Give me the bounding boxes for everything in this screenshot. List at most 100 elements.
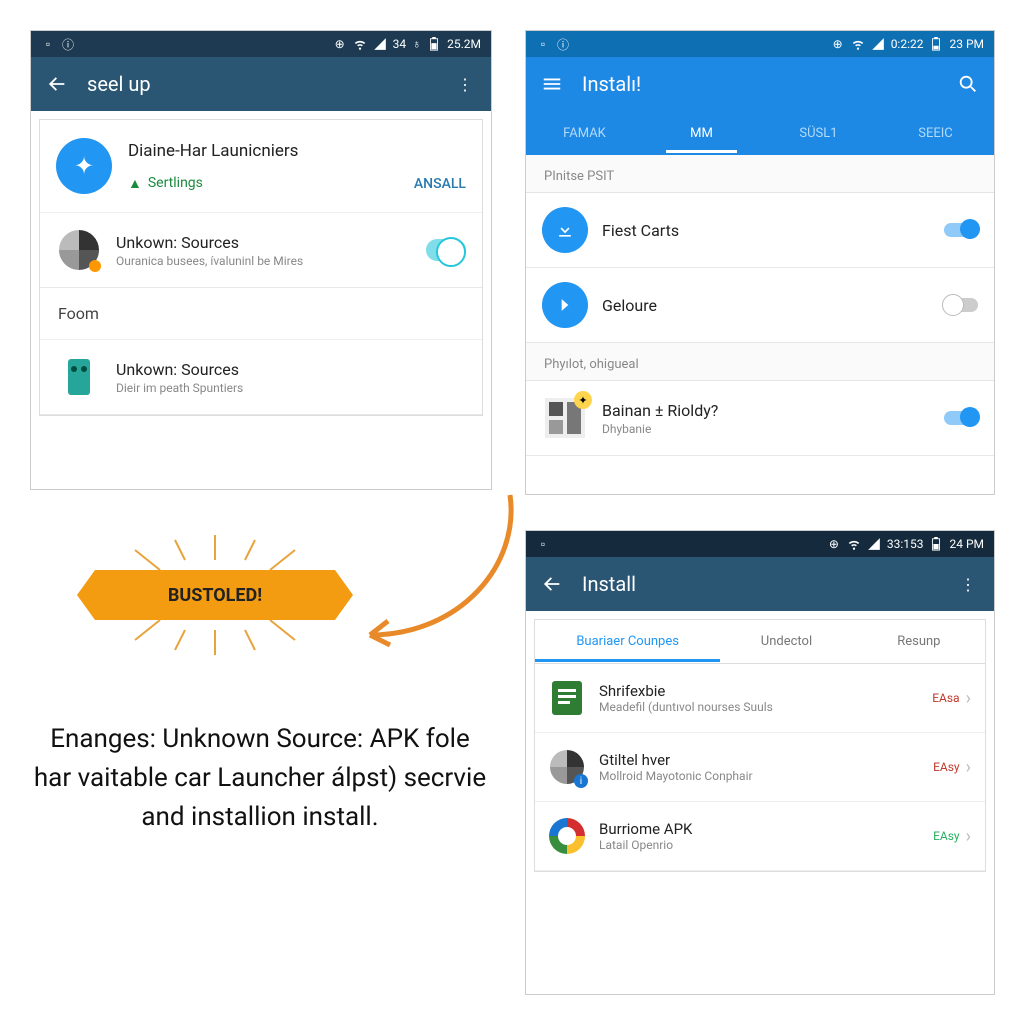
star-badge-icon: ✦ xyxy=(574,391,592,409)
tab-mm[interactable]: MM xyxy=(643,114,760,153)
row-title: Gtiltel hver xyxy=(599,751,933,769)
row-subtitle: Meadefil (duntıvol nourses Suuls xyxy=(599,700,932,714)
screen-install-list: ▫ ⓘ ⊕ 0:2:22 23 PM Instalı! FAMAK MM SÜS… xyxy=(525,30,995,495)
signal-icon xyxy=(871,37,885,51)
status-bar: ▫ ⓘ ⊕ 34 ♁ 25.2M xyxy=(31,31,491,57)
appbar-title: Install xyxy=(582,572,956,596)
tab-buariaer[interactable]: Buariaer Counpes xyxy=(535,622,720,661)
app-bar: Instalı! xyxy=(526,57,994,111)
appbar-title: seel up xyxy=(87,72,453,96)
wifi-icon xyxy=(847,537,861,551)
toggle-fiest[interactable] xyxy=(944,223,978,237)
search-icon[interactable] xyxy=(956,72,980,96)
app-bar: Install ⋮ xyxy=(526,557,994,611)
status-extra: ♁ xyxy=(412,37,421,51)
app-header-row: ✦ Diaine-Har Launicniers ▲ Sertlings ANS… xyxy=(40,120,482,213)
status-badge: EAsy xyxy=(933,760,960,774)
app-icon: ✦ xyxy=(56,138,112,194)
status-battery-text: 25.2M xyxy=(447,37,481,51)
doc-icon xyxy=(549,680,585,716)
unknown-sources-row-2[interactable]: Unkown: Sources Dieir im peath Spuntiers xyxy=(40,340,482,415)
app-thumbnail-icon: ✦ xyxy=(542,395,588,441)
list-item-bainan[interactable]: ✦ Bainan ± Rioldy? Dhybanie xyxy=(526,381,994,456)
circle-icon: ⊕ xyxy=(831,37,845,51)
device-icon xyxy=(56,354,102,400)
status-badge: EAsa xyxy=(932,691,959,705)
toggle-geloure[interactable] xyxy=(944,298,978,312)
screen-settings: ▫ ⓘ ⊕ 34 ♁ 25.2M seel up ⋮ ✦ Diaine-Har … xyxy=(30,30,492,490)
download-icon xyxy=(542,207,588,253)
list-item-fiest-carts[interactable]: Fiest Carts xyxy=(526,193,994,268)
screen-install-manager: ▫ ⊕ 33:153 24 PM Install ⋮ Buariaer Coun… xyxy=(525,530,995,995)
caption-text: Enanges: Unknown Source: APK fole har va… xyxy=(30,720,490,837)
back-icon[interactable] xyxy=(540,572,564,596)
tab-undectol[interactable]: Undectol xyxy=(720,622,852,661)
list-item-geloure[interactable]: Geloure xyxy=(526,268,994,343)
menu-icon[interactable] xyxy=(540,72,564,96)
battery-icon xyxy=(929,37,943,51)
tab-seeic[interactable]: SEEIC xyxy=(877,114,994,153)
back-icon[interactable] xyxy=(45,72,69,96)
google-icon xyxy=(549,818,585,854)
chevron-right-icon: › xyxy=(966,688,971,709)
overflow-icon[interactable]: ⋮ xyxy=(453,72,477,96)
row-title: Burriome APK xyxy=(599,820,933,838)
app-title: Diaine-Har Launicniers xyxy=(128,141,414,161)
shield-icon: ▲ xyxy=(128,175,142,192)
tab-susl1[interactable]: SÜSL1 xyxy=(760,114,877,153)
app-settings-link[interactable]: ▲ Sertlings xyxy=(128,175,414,192)
list-item[interactable]: ShrifexbieMeadefil (duntıvol nourses Suu… xyxy=(535,664,985,733)
section-header: Phyılot, ohigueal xyxy=(526,343,994,381)
list-item[interactable]: Burriome APKLatail Openrio EAsy › xyxy=(535,802,985,871)
info-icon: ⓘ xyxy=(556,37,570,51)
status-bar: ▫ ⓘ ⊕ 0:2:22 23 PM xyxy=(526,31,994,57)
info-icon: ⓘ xyxy=(61,37,75,51)
toggle-bainan[interactable] xyxy=(944,411,978,425)
status-bar: ▫ ⊕ 33:153 24 PM xyxy=(526,531,994,557)
info-badge-icon: i xyxy=(574,774,588,788)
chevron-right-icon: › xyxy=(966,757,971,778)
chevron-right-icon: › xyxy=(966,826,971,847)
install-action[interactable]: ANSALL xyxy=(414,176,466,192)
status-battery-text: 24 PM xyxy=(949,537,984,551)
wifi-icon xyxy=(851,37,865,51)
toggle-unknown-sources[interactable] xyxy=(426,239,466,261)
row-title: Geloure xyxy=(602,296,934,315)
row-subtitle: Dieir im peath Spuntiers xyxy=(116,381,466,395)
row-subtitle: Mollroid Mayotonic Conphair xyxy=(599,769,933,783)
status-time: 33:153 xyxy=(887,537,924,551)
circle-icon: ⊕ xyxy=(827,537,841,551)
status-badge: EAsy xyxy=(933,829,960,843)
unknown-sources-row-1[interactable]: Unkown: Sources Ouranica busees, ívaluni… xyxy=(40,213,482,288)
notif-icon: ▫ xyxy=(41,37,55,51)
list-item[interactable]: i Gtiltel hverMollroid Mayotonic Conphai… xyxy=(535,733,985,802)
row-title: Shrifexbie xyxy=(599,682,932,700)
battery-icon xyxy=(929,537,943,551)
status-time: 0:2:22 xyxy=(891,37,924,51)
tab-famak[interactable]: FAMAK xyxy=(526,114,643,153)
status-signal: 34 xyxy=(393,37,407,51)
row-title: Bainan ± Rioldy? xyxy=(602,401,934,420)
section-header: PInitse PSIT xyxy=(526,155,994,193)
row-subtitle: Dhybanie xyxy=(602,422,934,436)
pie-icon xyxy=(56,227,102,273)
tab-bar: Buariaer Counpes Undectol Resunp xyxy=(535,620,985,664)
banner-label: BUSTOLED! xyxy=(95,570,335,620)
section-header: Foom xyxy=(40,288,482,340)
overflow-icon[interactable]: ⋮ xyxy=(956,572,980,596)
signal-icon xyxy=(373,37,387,51)
app-bar: seel up ⋮ xyxy=(31,57,491,111)
tab-bar: FAMAK MM SÜSL1 SEEIC xyxy=(526,111,994,155)
settings-card: ✦ Diaine-Har Launicniers ▲ Sertlings ANS… xyxy=(39,119,483,416)
status-battery-text: 23 PM xyxy=(949,37,984,51)
wifi-icon xyxy=(353,37,367,51)
flow-arrow-icon xyxy=(340,485,530,665)
tab-resunp[interactable]: Resunp xyxy=(853,622,985,661)
row-title: Unkown: Sources xyxy=(116,233,416,252)
row-subtitle: Ouranica busees, ívaluninl be Mires xyxy=(116,254,416,268)
arrow-icon xyxy=(542,282,588,328)
row-title: Unkown: Sources xyxy=(116,360,466,379)
row-subtitle: Latail Openrio xyxy=(599,838,933,852)
appbar-title: Instalı! xyxy=(582,72,956,96)
pie-icon: i xyxy=(549,749,585,785)
